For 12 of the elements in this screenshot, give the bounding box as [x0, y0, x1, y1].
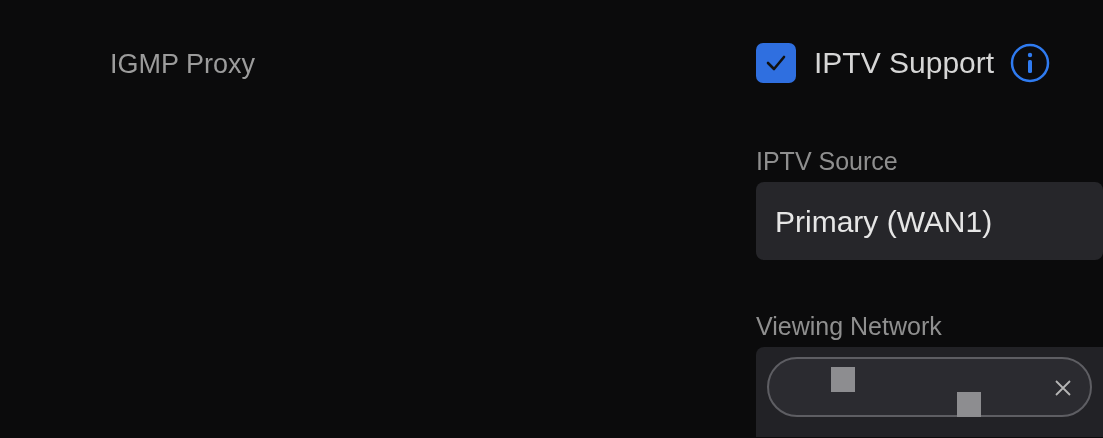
section-label: IGMP Proxy [110, 48, 257, 81]
checkbox-label: IPTV Support [814, 45, 995, 81]
field-label: Viewing Network [756, 314, 943, 339]
field-label: IPTV Source [756, 149, 899, 174]
info-icon[interactable] [1010, 42, 1051, 83]
check-icon [765, 53, 787, 72]
select-field[interactable]: Primary (WAN1) [756, 182, 1103, 260]
checkbox[interactable] [756, 42, 796, 83]
multiselect-field[interactable] [756, 347, 1103, 437]
close-icon[interactable] [1054, 379, 1072, 397]
redaction-mark [831, 367, 855, 392]
redaction-mark [957, 392, 981, 417]
